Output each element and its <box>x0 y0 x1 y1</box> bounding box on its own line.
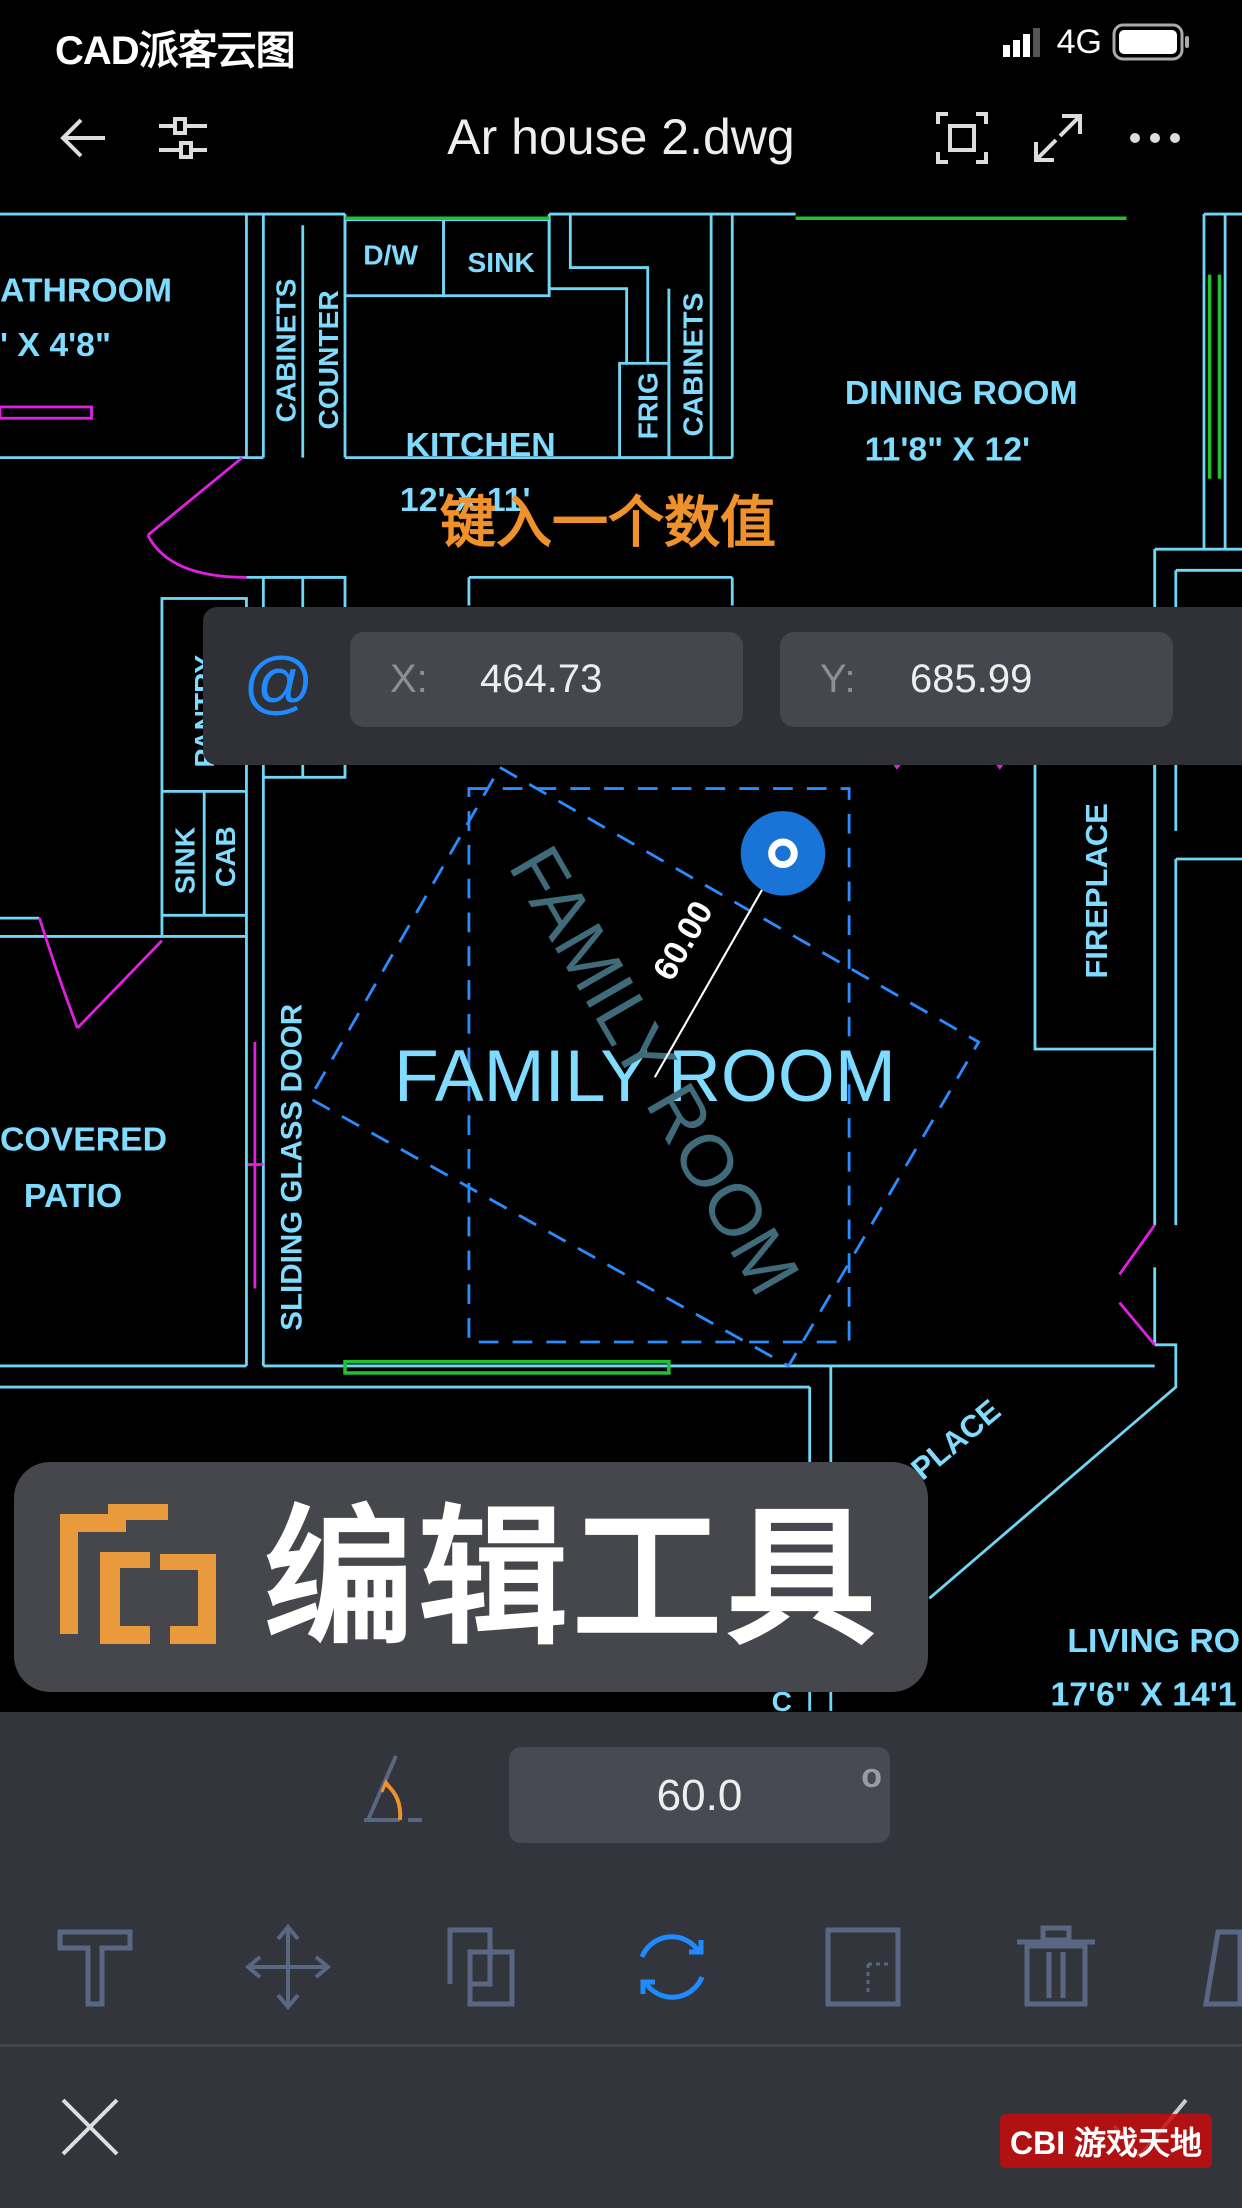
signal-icon <box>1002 28 1040 57</box>
window-lines <box>343 216 1222 1375</box>
label-living-size: 17'6" X 14'1 <box>1050 1675 1236 1713</box>
y-coordinate-field[interactable]: Y: 685.99 <box>780 632 1173 727</box>
label-fireplace: FIREPLACE <box>1079 803 1114 979</box>
label-dw: D/W <box>363 240 418 271</box>
label-cabinets-2: CABINETS <box>678 293 709 437</box>
panel-divider <box>0 2044 1242 2047</box>
input-hint: 键入一个数值 <box>440 491 776 554</box>
text-tool-icon[interactable] <box>50 1922 140 2012</box>
cancel-icon[interactable] <box>55 2092 125 2162</box>
status-indicators: 4G <box>1002 22 1192 62</box>
angle-input[interactable]: 60.0 o <box>509 1747 890 1843</box>
label-patio: PATIO <box>24 1177 122 1215</box>
coordinate-input-panel: @ X: 464.73 Y: 685.99 <box>203 607 1242 765</box>
angle-icon <box>364 1755 422 1822</box>
move-tool-icon[interactable] <box>243 1922 333 2012</box>
label-covered: COVERED <box>0 1120 167 1158</box>
label-dining-size: 11'8" X 12' <box>865 430 1030 468</box>
label-dining-room: DINING ROOM <box>845 374 1078 412</box>
fullscreen-icon[interactable] <box>1028 108 1088 168</box>
label-fireplace-2: PLACE <box>904 1392 1007 1486</box>
label-cabinets: CABINETS <box>271 279 302 423</box>
watermark-logo: CBI 游戏天地 <box>999 2114 1212 2168</box>
label-living-room: LIVING RO <box>1067 1622 1240 1660</box>
label-kitchen: KITCHEN <box>406 426 556 464</box>
y-value: 685.99 <box>910 657 1033 701</box>
network-label: 4G <box>1056 22 1102 61</box>
relative-coordinate-toggle[interactable]: @ <box>243 637 314 727</box>
label-cab: CAB <box>210 826 241 887</box>
rotation-handle[interactable] <box>740 811 826 896</box>
edit-tools-icon <box>60 1504 216 1644</box>
x-coordinate-field[interactable]: X: 464.73 <box>350 632 743 727</box>
status-brand: CAD派客云图 <box>55 29 296 73</box>
battery-icon <box>1112 23 1189 61</box>
angle-value: 60.0 <box>656 1771 743 1820</box>
more-icon[interactable] <box>1125 108 1185 168</box>
x-label: X: <box>390 657 428 701</box>
degree-unit: o <box>861 1757 882 1795</box>
label-counter: COUNTER <box>313 290 344 429</box>
copy-tool-icon[interactable] <box>435 1922 525 2012</box>
edit-tools-banner: 编辑工具 <box>14 1462 928 1692</box>
mirror-tool-icon[interactable] <box>1200 1922 1242 2012</box>
label-bathroom-size: ' X 4'8" <box>0 326 111 364</box>
edit-tools-title: 编辑工具 <box>264 1494 881 1662</box>
label-bathroom: ATHROOM <box>0 271 172 309</box>
delete-tool-icon[interactable] <box>1011 1922 1101 2012</box>
zoom-extents-icon[interactable] <box>932 108 992 168</box>
x-value: 464.73 <box>480 657 603 701</box>
rotate-tool-icon[interactable] <box>627 1922 717 2012</box>
label-sink: SINK <box>468 247 536 278</box>
y-label: Y: <box>820 657 856 701</box>
label-frig: FRIG <box>633 372 664 439</box>
label-sink-2: SINK <box>169 826 200 894</box>
rotation-angle-readout: 60.00 <box>646 895 721 987</box>
scale-tool-icon[interactable] <box>818 1922 908 2012</box>
label-sliding-glass-door: SLIDING GLASS DOOR <box>275 1004 308 1331</box>
